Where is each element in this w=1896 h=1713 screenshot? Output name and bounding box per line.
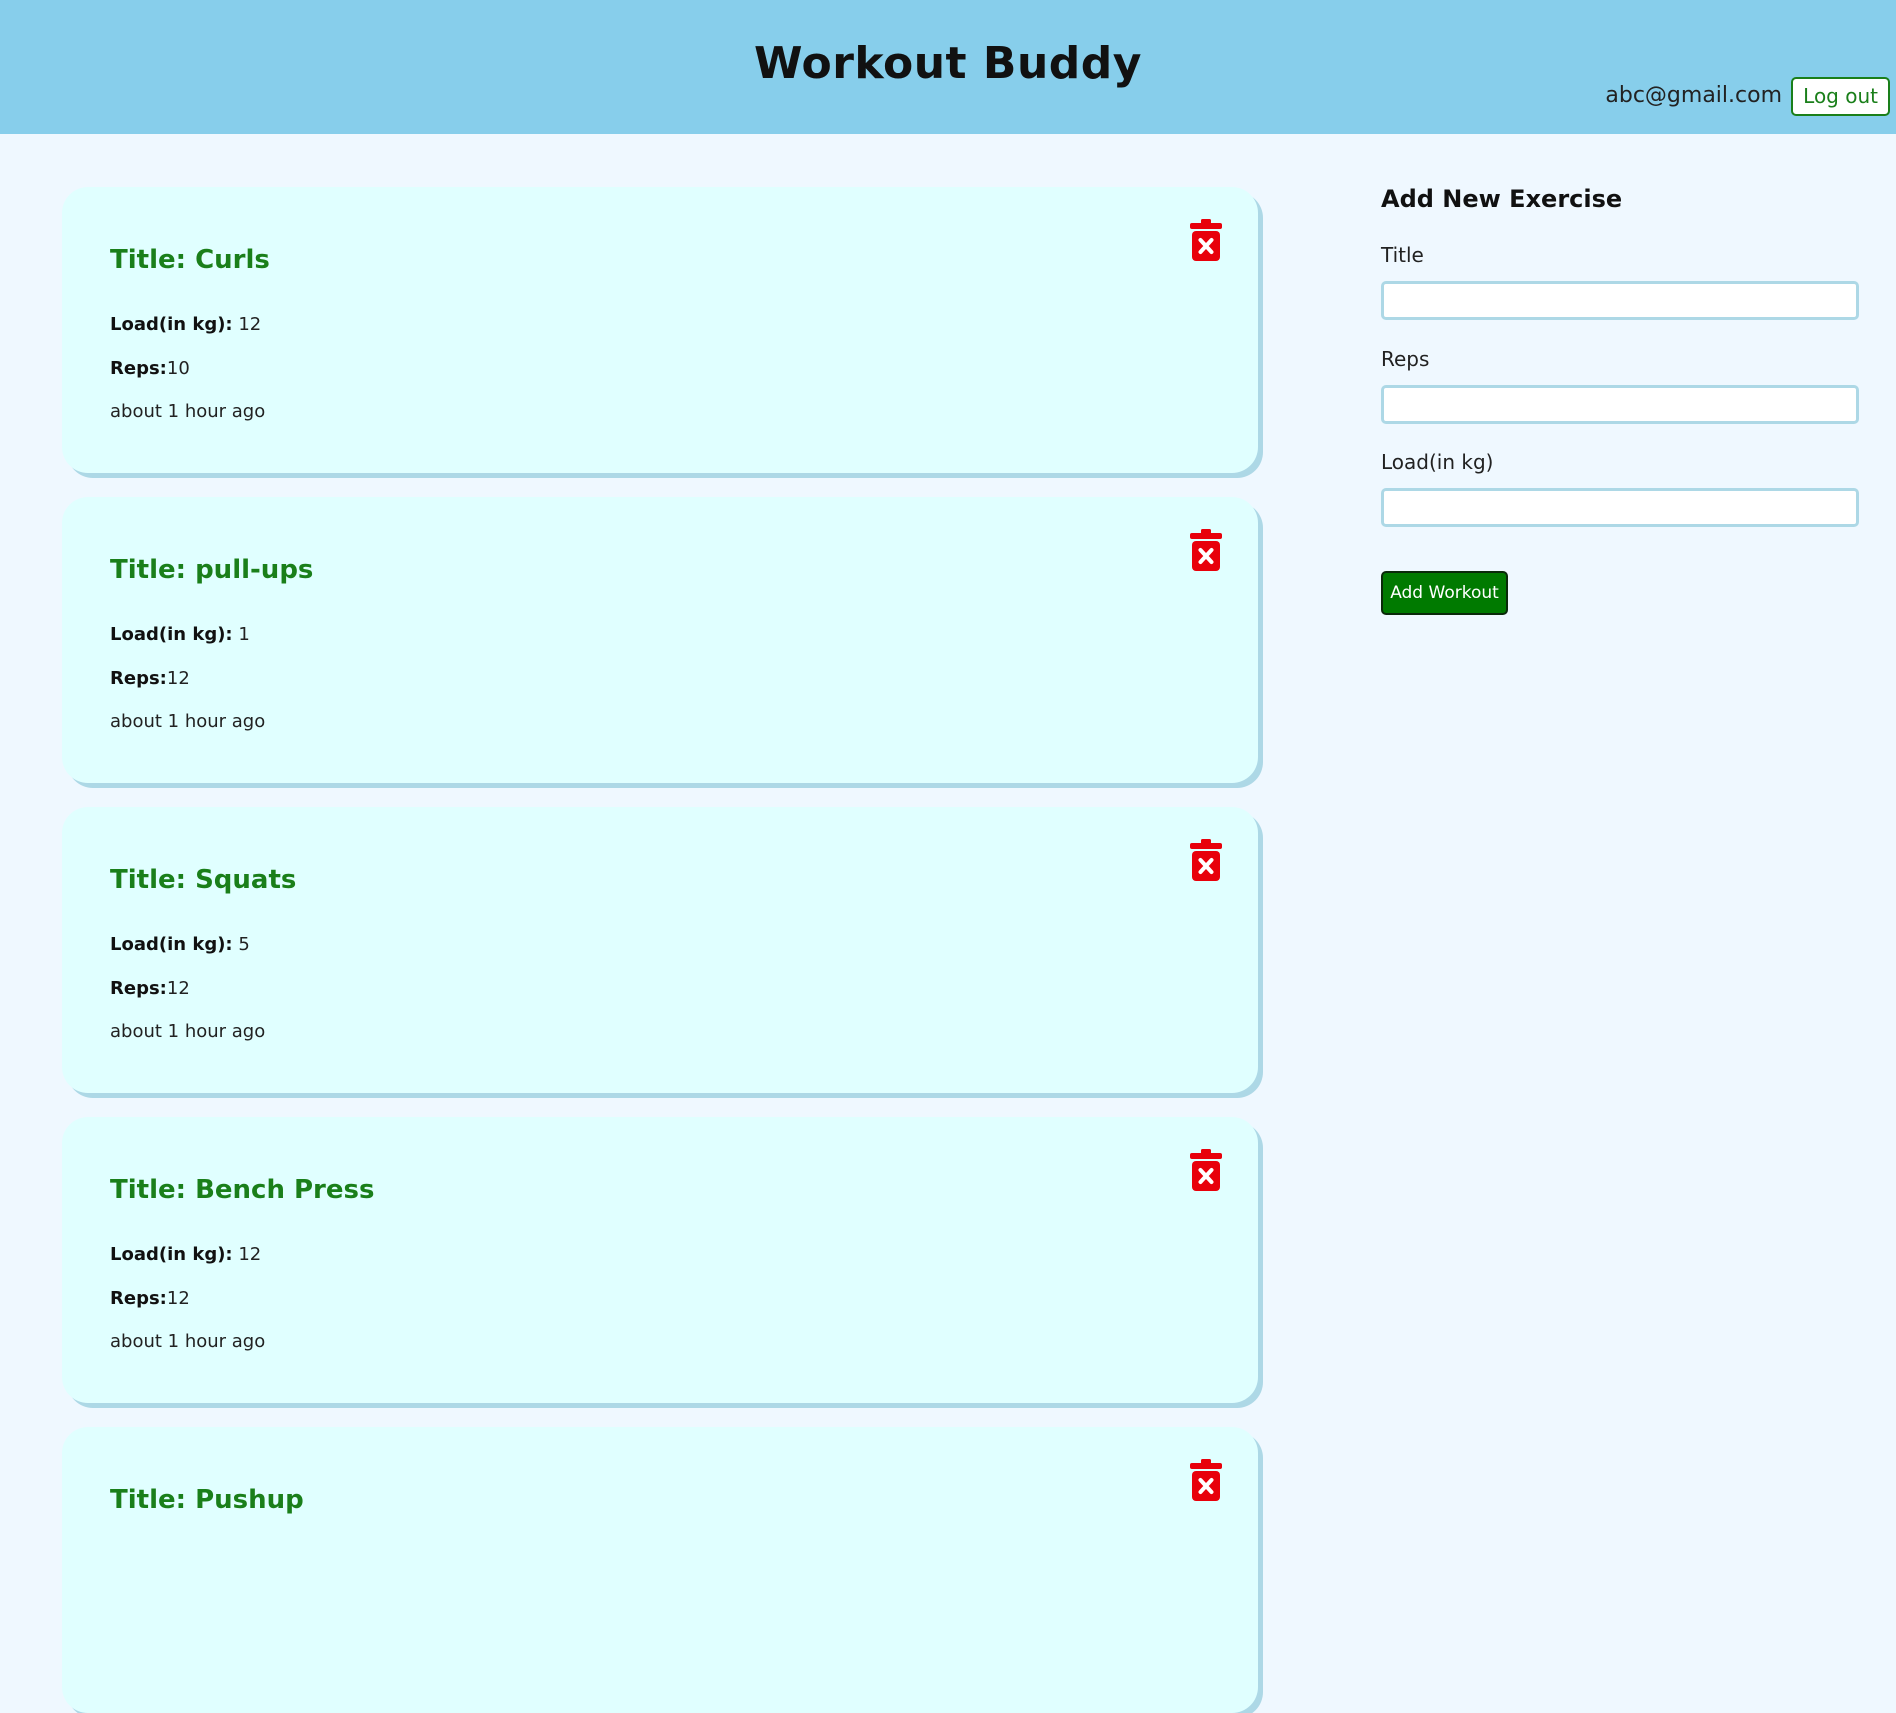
workout-title: Title: Bench Press bbox=[110, 1175, 375, 1205]
trash-x-icon[interactable] bbox=[1190, 529, 1222, 571]
title-label: Title bbox=[1381, 243, 1424, 267]
workout-timestamp: about 1 hour ago bbox=[110, 1331, 266, 1352]
trash-x-icon[interactable] bbox=[1190, 839, 1222, 881]
trash-x-icon[interactable] bbox=[1190, 219, 1222, 261]
reps-label: Reps: bbox=[110, 358, 167, 379]
logout-button[interactable]: Log out bbox=[1791, 77, 1890, 116]
workout-load: Load(in kg): 12 bbox=[110, 1244, 261, 1265]
workout-card: Title: pull-ups Load(in kg): 1 Reps:12 a… bbox=[62, 497, 1258, 783]
workout-load: Load(in kg): 1 bbox=[110, 624, 250, 645]
workout-reps: Reps:10 bbox=[110, 358, 190, 379]
app-header: Workout Buddy abc@gmail.com Log out bbox=[0, 0, 1896, 134]
load-value: 5 bbox=[232, 934, 250, 955]
form-heading: Add New Exercise bbox=[1381, 185, 1623, 213]
workout-title: Title: Squats bbox=[110, 865, 297, 895]
reps-label: Reps: bbox=[110, 978, 167, 999]
load-label: Load(in kg): bbox=[110, 624, 233, 645]
load-label: Load(in kg): bbox=[110, 314, 233, 335]
user-email: abc@gmail.com bbox=[1605, 83, 1782, 108]
add-workout-button[interactable]: Add Workout bbox=[1381, 571, 1508, 615]
reps-value: 12 bbox=[166, 978, 190, 999]
reps-value: 12 bbox=[166, 668, 190, 689]
workout-title: Title: pull-ups bbox=[110, 555, 314, 585]
workout-reps: Reps:12 bbox=[110, 668, 190, 689]
load-value: 12 bbox=[232, 314, 262, 335]
app-title: Workout Buddy bbox=[754, 38, 1142, 89]
load-value: 1 bbox=[232, 624, 250, 645]
title-input[interactable] bbox=[1381, 281, 1859, 320]
workout-timestamp: about 1 hour ago bbox=[110, 401, 266, 422]
load-label: Load(in kg): bbox=[110, 934, 233, 955]
load-input[interactable] bbox=[1381, 488, 1859, 527]
reps-label: Reps bbox=[1381, 347, 1430, 371]
workout-reps: Reps:12 bbox=[110, 1288, 190, 1309]
load-label: Load(in kg) bbox=[1381, 450, 1494, 474]
workout-load: Load(in kg): 12 bbox=[110, 314, 261, 335]
load-label: Load(in kg): bbox=[110, 1244, 233, 1265]
reps-value: 12 bbox=[166, 1288, 190, 1309]
workout-card: Title: Squats Load(in kg): 5 Reps:12 abo… bbox=[62, 807, 1258, 1093]
reps-label: Reps: bbox=[110, 1288, 167, 1309]
workout-reps: Reps:12 bbox=[110, 978, 190, 999]
reps-value: 10 bbox=[166, 358, 190, 379]
reps-input[interactable] bbox=[1381, 385, 1859, 424]
workout-title: Title: Curls bbox=[110, 245, 270, 275]
reps-label: Reps: bbox=[110, 668, 167, 689]
trash-x-icon[interactable] bbox=[1190, 1459, 1222, 1501]
workout-load: Load(in kg): 5 bbox=[110, 934, 250, 955]
workout-timestamp: about 1 hour ago bbox=[110, 1021, 266, 1042]
workout-timestamp: about 1 hour ago bbox=[110, 711, 266, 732]
workout-card: Title: Pushup bbox=[62, 1427, 1258, 1713]
trash-x-icon[interactable] bbox=[1190, 1149, 1222, 1191]
workout-card: Title: Curls Load(in kg): 12 Reps:10 abo… bbox=[62, 187, 1258, 473]
workout-card: Title: Bench Press Load(in kg): 12 Reps:… bbox=[62, 1117, 1258, 1403]
workout-title: Title: Pushup bbox=[110, 1485, 304, 1515]
load-value: 12 bbox=[232, 1244, 262, 1265]
